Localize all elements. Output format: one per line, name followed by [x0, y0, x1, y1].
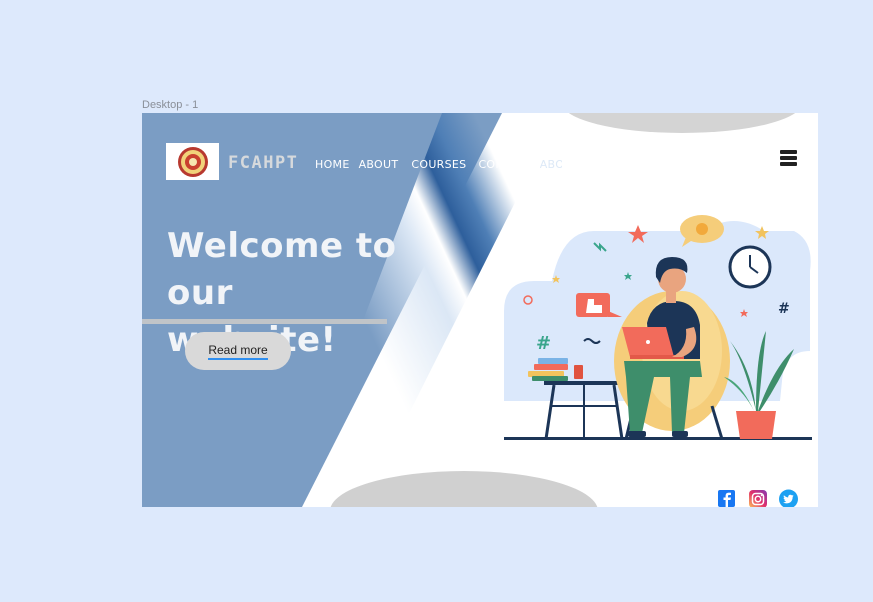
nav-contact[interactable]: CONTACT	[478, 158, 532, 171]
emblem-icon	[177, 146, 208, 177]
svg-text:#: #	[536, 333, 551, 354]
social-links	[717, 489, 798, 507]
twitter-icon[interactable]	[779, 489, 798, 507]
person-working-illustration: # #	[504, 215, 812, 440]
read-more-label: Read more	[208, 343, 268, 360]
nav-about-truncated[interactable]: ABO	[540, 158, 562, 171]
frame-label: Desktop - 1	[142, 99, 199, 111]
nav-about[interactable]: ABOUT	[359, 158, 399, 171]
nav-home[interactable]: HOME	[315, 158, 350, 171]
svg-text:#: #	[778, 301, 790, 317]
desktop-artboard: FCAHPT HOME ABOUT COURSES CONTACT ABO We…	[142, 113, 818, 507]
nav-courses[interactable]: COURSES	[411, 158, 466, 171]
brand-name: FCAHPT	[228, 153, 299, 173]
headline-underline-bar	[142, 319, 387, 324]
facebook-icon[interactable]	[717, 489, 736, 507]
logo[interactable]	[166, 143, 219, 180]
hero-headline-line1: Welcome to our	[167, 226, 397, 313]
hamburger-icon[interactable]	[780, 150, 797, 166]
read-more-button[interactable]: Read more	[185, 332, 291, 370]
instagram-icon[interactable]	[748, 489, 767, 507]
decorative-blob-top	[562, 113, 802, 133]
main-nav: HOME ABOUT COURSES CONTACT ABO	[315, 158, 562, 171]
